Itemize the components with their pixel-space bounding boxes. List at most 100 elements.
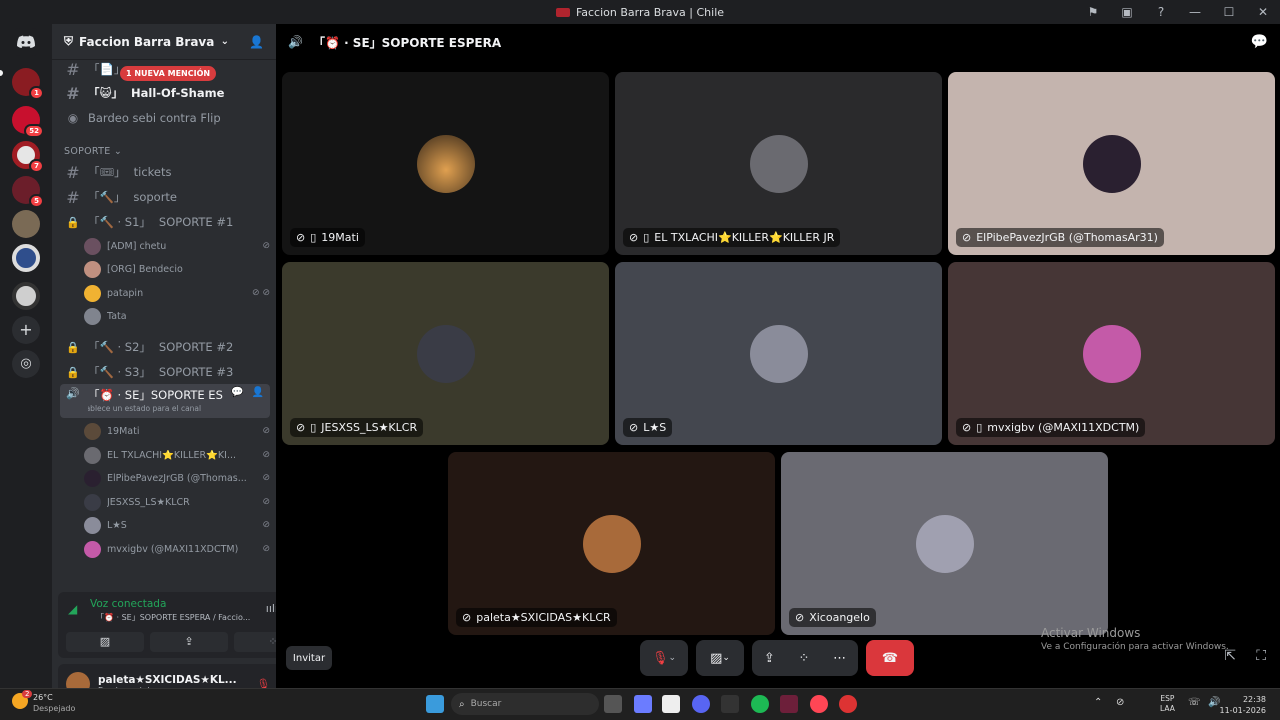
discover-icon[interactable]: ◎ [12,350,40,378]
server-icon-7[interactable] [12,282,40,310]
chat-icon[interactable]: 💬 [231,387,243,398]
channel-soporte-espera[interactable]: 🔊 「⏰ · SE」SOPORTE ES... Establece un est… [60,384,270,418]
lock-icon: 🔒 [66,365,80,379]
voice-user[interactable]: patapin ⊘ ⊘ [84,283,270,303]
task-view-icon[interactable] [604,695,622,713]
app-icon[interactable] [662,695,680,713]
add-member-icon[interactable]: 👤 [249,35,264,49]
call-title: 「⏰ · SE」SOPORTE ESPERA [312,35,502,50]
server-icon-2[interactable]: 52 [12,106,44,138]
video-tile[interactable]: ⊘ ▯ JESXSS_LS★KLCR [282,262,609,445]
video-tile[interactable]: ⊘ ▯ EL TXLACHI⭐KILLER⭐KILLER JR [615,72,942,255]
network-icon[interactable]: ☏ [1188,697,1201,708]
channel-hall-of-shame[interactable]: # 「😺」 Hall-Of-Shame [60,82,270,104]
tray-chevron-icon[interactable]: ⌃ [1094,697,1102,708]
channel-soporte[interactable]: # 「🔨」 soporte [60,186,270,208]
voice-channel-link[interactable]: 「⏰ · SE」SOPORTE ESPERA / Faccio... [96,612,250,623]
share-screen-button[interactable]: ⇪ [150,632,228,652]
language-indicator[interactable]: ESP LAA [1160,694,1175,714]
inbox-icon[interactable]: ⚑ [1076,5,1110,19]
voice-user[interactable]: Tata [84,306,270,326]
maximize-button[interactable]: ☐ [1212,5,1246,19]
participant-label: ⊘ ElPibePavezJrGB (@ThomasAr31) [956,228,1164,247]
channel-soporte-3[interactable]: 🔒 「🔨 · S3」 SOPORTE #3 [60,361,270,383]
video-tile[interactable]: ⊘ ElPibePavezJrGB (@ThomasAr31) [948,72,1275,255]
channel-bardeo[interactable]: ◉ Bardeo sebi contra Flip [60,107,270,129]
channel-soporte-2[interactable]: 🔒 「🔨 · S2」 SOPORTE #2 [60,336,270,358]
app-icon-2[interactable] [780,695,798,713]
voice-user[interactable]: [ADM] chetu ⊘ [84,236,270,256]
clock[interactable]: 22:38 11-01-2026 [1220,694,1267,716]
app-icon-3[interactable] [839,695,857,713]
add-server-icon[interactable]: + [12,316,40,344]
server-icon-3[interactable]: 7 [12,141,44,173]
voice-user[interactable]: 19Mati ⊘ [84,421,270,441]
participant-avatar [416,324,475,383]
hash-icon: # [66,59,80,79]
voice-user[interactable]: EL TXLACHI⭐KILLER⭐KI... ⊘ [84,445,270,465]
shield-icon: ⛨ [64,34,74,48]
camera-toggle-button[interactable]: ▨ ⌄ [696,640,744,676]
more-icon[interactable]: ⋯ [833,651,846,666]
voice-user[interactable]: mvxigbv (@MAXI11XDCTM) ⊘ [84,539,270,559]
signal-icon: ◢ [68,602,78,616]
opera-icon[interactable] [810,695,828,713]
discord-home-icon[interactable] [12,28,40,56]
lock-icon: 🔒 [66,215,80,229]
call-actions-group: ⇪ ⁘ ⋯ [752,640,858,676]
close-button[interactable]: ✕ [1246,5,1280,19]
server-header[interactable]: ⛨ Faccion Barra Brava | C... ⌄ 👤 [52,24,276,60]
spotify-icon[interactable] [751,695,769,713]
copilot-icon[interactable] [634,695,652,713]
voice-user[interactable]: L★S ⊘ [84,515,270,535]
participant-avatar [749,134,808,193]
video-tile[interactable]: ⊘ paleta★SXICIDAS★KLCR [448,452,775,635]
muted-icon: ⊘ [462,611,472,624]
speaker-icon: 🔊 [66,387,80,400]
server-icon-4[interactable]: 5 [12,176,44,208]
start-icon[interactable] [426,695,444,713]
video-tile[interactable]: ⊘ ▯ 19Mati [282,72,609,255]
channel-soporte-1[interactable]: 🔒 「🔨 · S1」 SOPORTE #1 [60,211,270,233]
add-member-icon[interactable]: 👤 [252,387,264,398]
muted-icon: ⊘ [962,421,972,434]
stage-icon: ◉ [67,111,79,125]
help-icon[interactable]: ? [1144,5,1178,19]
popout-icon[interactable]: ⇱ [1224,648,1236,664]
minimize-button[interactable]: — [1178,5,1212,19]
mobile-icon: ▯ [310,231,317,244]
channel-tickets[interactable]: # 「🎟」 tickets [60,161,270,183]
invite-button[interactable]: Invitar [286,646,332,670]
hash-icon: # [66,162,80,182]
fullscreen-icon[interactable]: ⛶ [1256,648,1266,664]
server-icon-5[interactable] [12,210,40,238]
server-icon-6[interactable] [12,244,40,272]
channel-status[interactable]: Establece un estado para el canal [88,404,223,413]
voice-user[interactable]: ElPibePavezJrGB (@Thomas... ⊘ [84,468,270,488]
chat-bubble-icon[interactable]: 💬 [1251,34,1268,50]
server-icon-1[interactable]: 1 [12,68,44,100]
video-tile[interactable]: ⊘ L★S [615,262,942,445]
screen-icon[interactable]: ▣ [1110,5,1144,19]
share-screen-icon[interactable]: ⇪ [764,651,775,666]
lock-icon: 🔒 [66,340,80,354]
server-badge: 1 [29,86,44,100]
new-mention-pill[interactable]: 1 NUEVA MENCIÓN [120,66,217,81]
video-tile[interactable]: ⊘ ▯ mvxigbv (@MAXI11XDCTM) [948,262,1275,445]
voice-status: Voz conectada [90,598,167,610]
video-off-button[interactable]: ▨ [66,632,144,652]
video-tile[interactable]: ⊘ Xicoangelo [781,452,1108,635]
server-name: Faccion Barra Brava | C... [79,34,215,49]
voice-user[interactable]: [ORG] Bendecio [84,259,270,279]
participant-avatar [915,514,974,573]
voice-user[interactable]: JESXSS_LS★KLCR ⊘ [84,492,270,512]
search-box[interactable]: ⌕ Buscar [451,693,599,715]
taskbar: 2 26°C Despejado ⌕ Buscar ⌃ ⊘ ESP LAA ☏ 🔊… [0,688,1280,720]
discord-taskbar-icon[interactable] [692,695,710,713]
mic-toggle-button[interactable]: 🎙 ⌄ [640,640,688,676]
epic-games-icon[interactable] [721,695,739,713]
category-soporte[interactable]: SOPORTE ⌄ [64,146,122,157]
tray-icon[interactable]: ⊘ [1116,697,1124,708]
disconnect-button[interactable]: ☎ [866,640,914,676]
activities-icon[interactable]: ⁘ [798,651,809,666]
